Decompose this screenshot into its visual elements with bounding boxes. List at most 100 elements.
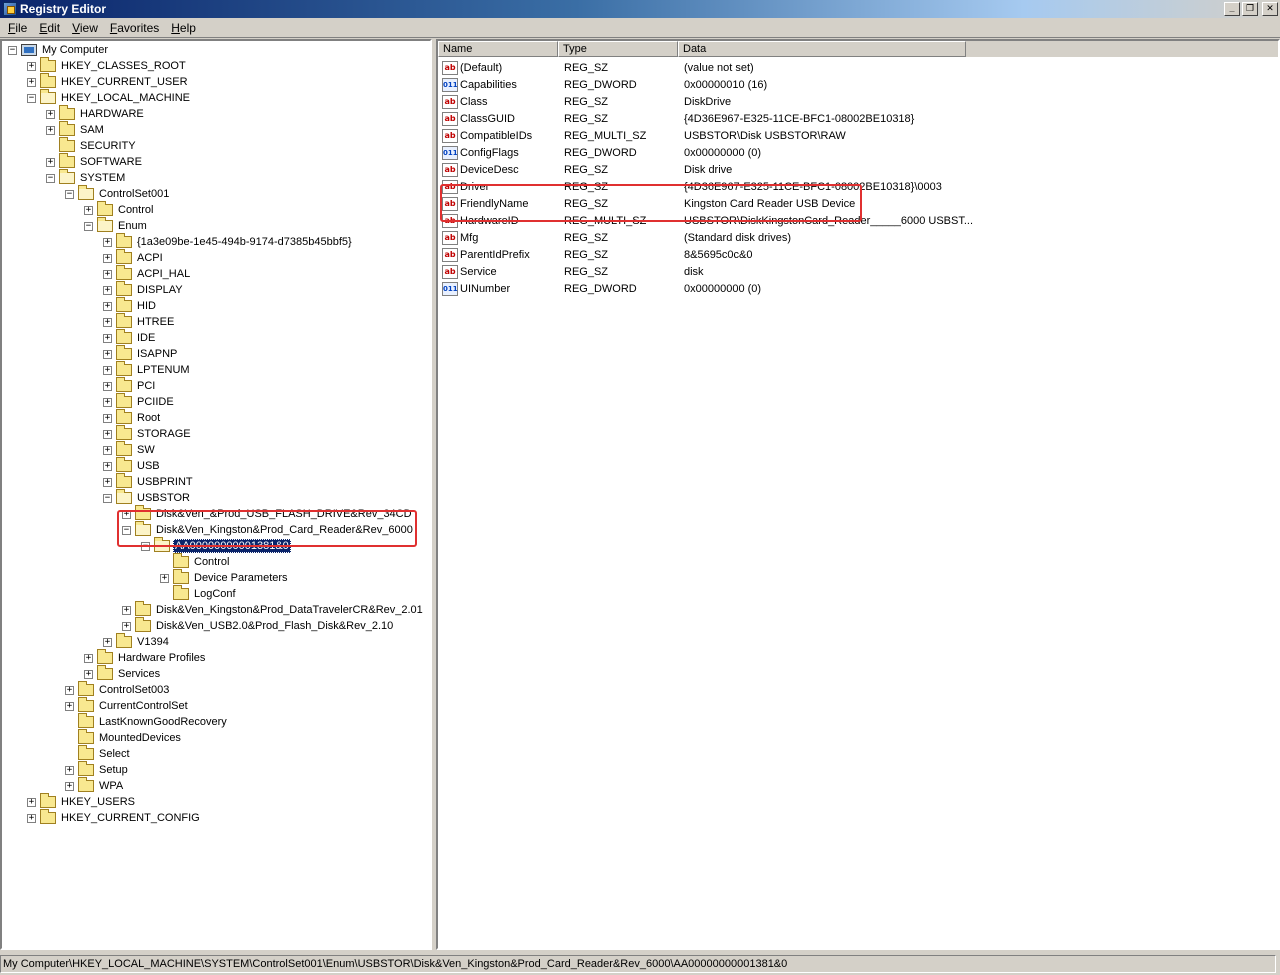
tree-node-label[interactable]: HID <box>135 299 158 313</box>
tree-node[interactable]: + HTREE <box>103 313 176 330</box>
tree-node-label[interactable]: Setup <box>97 763 130 777</box>
tree-node-label[interactable]: USBSTOR <box>135 491 192 505</box>
expand-toggle-icon[interactable]: + <box>27 797 36 807</box>
tree-node-label[interactable]: LogConf <box>192 587 238 601</box>
tree-node-label[interactable]: ControlSet003 <box>97 683 171 697</box>
tree-node[interactable]: + IDE <box>103 329 157 346</box>
tree-node-label[interactable]: LastKnownGoodRecovery <box>97 715 229 729</box>
expand-toggle-icon[interactable]: + <box>65 765 74 775</box>
tree-node-label[interactable]: Select <box>97 747 132 761</box>
tree-node[interactable]: + SAM <box>46 121 106 138</box>
tree-node[interactable]: + CurrentControlSet <box>65 697 190 714</box>
tree-node[interactable]: Select <box>65 745 132 762</box>
expand-toggle-icon[interactable]: + <box>65 701 74 711</box>
value-row[interactable]: 011 ConfigFlags REG_DWORD 0x00000000 (0) <box>438 144 761 161</box>
tree-node-label[interactable]: CurrentControlSet <box>97 699 190 713</box>
collapse-toggle-icon[interactable]: − <box>103 493 112 503</box>
tree-node[interactable]: + Root <box>103 409 162 426</box>
tree-node[interactable]: + HID <box>103 297 158 314</box>
tree-node[interactable]: − SYSTEM <box>46 169 127 186</box>
expand-toggle-icon[interactable]: + <box>46 157 55 167</box>
tree-node[interactable]: + HKEY_CURRENT_CONFIG <box>27 809 202 826</box>
tree-node[interactable]: + WPA <box>65 777 125 794</box>
value-row[interactable]: ab DeviceDesc REG_SZ Disk drive <box>438 161 732 178</box>
expand-toggle-icon[interactable]: + <box>84 669 93 679</box>
tree-node[interactable]: + DISPLAY <box>103 281 185 298</box>
tree-node-label[interactable]: Enum <box>116 219 149 233</box>
expand-toggle-icon[interactable]: + <box>103 237 112 247</box>
tree-node-label[interactable]: HKEY_LOCAL_MACHINE <box>59 91 192 105</box>
collapse-toggle-icon[interactable]: − <box>27 93 36 103</box>
expand-toggle-icon[interactable]: + <box>122 605 131 615</box>
expand-toggle-icon[interactable]: + <box>103 397 112 407</box>
value-row[interactable]: ab CompatibleIDs REG_MULTI_SZ USBSTOR\Disk … <box>438 127 846 144</box>
tree-node-label[interactable]: MountedDevices <box>97 731 183 745</box>
expand-toggle-icon[interactable]: + <box>46 109 55 119</box>
expand-toggle-icon[interactable]: + <box>103 477 112 487</box>
tree-node[interactable]: + Setup <box>65 761 130 778</box>
tree-node-label[interactable]: HARDWARE <box>78 107 146 121</box>
expand-toggle-icon[interactable]: + <box>103 301 112 311</box>
tree-node[interactable]: − HKEY_LOCAL_MACHINE <box>27 89 192 106</box>
tree-node[interactable]: − Enum <box>84 217 149 234</box>
tree-node-label[interactable]: USB <box>135 459 162 473</box>
tree-node[interactable]: + Control <box>84 201 155 218</box>
tree-node-label[interactable]: USBPRINT <box>135 475 195 489</box>
maximize-button[interactable]: ❐ <box>1242 2 1258 16</box>
value-name[interactable]: Class <box>460 96 558 108</box>
tree-node-label[interactable]: HKEY_USERS <box>59 795 137 809</box>
tree-node-label[interactable]: STORAGE <box>135 427 193 441</box>
expand-toggle-icon[interactable]: + <box>103 253 112 263</box>
menu-view[interactable]: View <box>66 19 104 37</box>
tree-node[interactable]: − ControlSet001 <box>65 185 171 202</box>
tree-node[interactable]: + HKEY_CLASSES_ROOT <box>27 57 188 74</box>
registry-tree[interactable]: − My Computer + HKEY_CLASSES_ROOT + HKEY_CURR… <box>0 39 432 950</box>
values-list[interactable]: Name Type Data ab (Default) REG_SZ (value n… <box>436 39 1280 950</box>
tree-node[interactable]: + USBPRINT <box>103 473 195 490</box>
tree-node-label[interactable]: SOFTWARE <box>78 155 144 169</box>
tree-node-label[interactable]: Disk&Ven_USB2.0&Prod_Flash_Disk&Rev_2.10 <box>154 619 395 633</box>
tree-node[interactable]: + Device Parameters <box>160 569 290 586</box>
tree-node[interactable]: + ControlSet003 <box>65 681 171 698</box>
expand-toggle-icon[interactable]: + <box>27 61 36 71</box>
tree-node-label[interactable]: DISPLAY <box>135 283 185 297</box>
value-row[interactable]: 011 Capabilities REG_DWORD 0x00000010 (16) <box>438 76 767 93</box>
tree-node-label[interactable]: Services <box>116 667 162 681</box>
value-name[interactable]: Mfg <box>460 232 558 244</box>
minimize-button[interactable]: _ <box>1224 2 1240 16</box>
expand-toggle-icon[interactable]: + <box>103 317 112 327</box>
expand-toggle-icon[interactable]: + <box>103 365 112 375</box>
tree-node-label[interactable]: Hardware Profiles <box>116 651 207 665</box>
value-name[interactable]: ConfigFlags <box>460 147 558 159</box>
tree-node[interactable]: + Hardware Profiles <box>84 649 207 666</box>
tree-node-label[interactable]: Disk&Ven_Kingston&Prod_DataTravelerCR&Re… <box>154 603 425 617</box>
expand-toggle-icon[interactable]: + <box>103 637 112 647</box>
tree-node[interactable]: − USBSTOR <box>103 489 192 506</box>
value-row[interactable]: ab (Default) REG_SZ (value not set) <box>438 59 754 76</box>
column-data-header[interactable]: Data <box>678 41 966 57</box>
column-type-header[interactable]: Type <box>558 41 678 57</box>
expand-toggle-icon[interactable]: + <box>103 333 112 343</box>
tree-node-label[interactable]: My Computer <box>40 43 110 57</box>
value-name[interactable]: (Default) <box>460 62 558 74</box>
expand-toggle-icon[interactable]: + <box>103 429 112 439</box>
expand-toggle-icon[interactable]: + <box>103 381 112 391</box>
tree-node[interactable]: + Disk&Ven_Kingston&Prod_DataTravelerCR&R… <box>122 601 425 618</box>
tree-node[interactable]: + STORAGE <box>103 425 193 442</box>
tree-node-label[interactable]: Control <box>192 555 231 569</box>
value-name[interactable]: CompatibleIDs <box>460 130 558 142</box>
expand-toggle-icon[interactable]: + <box>65 685 74 695</box>
tree-node[interactable]: Control <box>160 553 231 570</box>
expand-toggle-icon[interactable]: + <box>160 573 169 583</box>
tree-node[interactable]: + HKEY_CURRENT_USER <box>27 73 190 90</box>
expand-toggle-icon[interactable]: + <box>103 349 112 359</box>
expand-toggle-icon[interactable]: + <box>84 205 93 215</box>
expand-toggle-icon[interactable]: + <box>65 781 74 791</box>
tree-node-label[interactable]: ControlSet001 <box>97 187 171 201</box>
expand-toggle-icon[interactable]: + <box>84 653 93 663</box>
expand-toggle-icon[interactable]: + <box>103 461 112 471</box>
value-row[interactable]: ab Mfg REG_SZ (Standard disk drives) <box>438 229 791 246</box>
tree-node[interactable]: + Services <box>84 665 162 682</box>
expand-toggle-icon[interactable]: + <box>27 77 36 87</box>
value-row[interactable]: ab Class REG_SZ DiskDrive <box>438 93 731 110</box>
